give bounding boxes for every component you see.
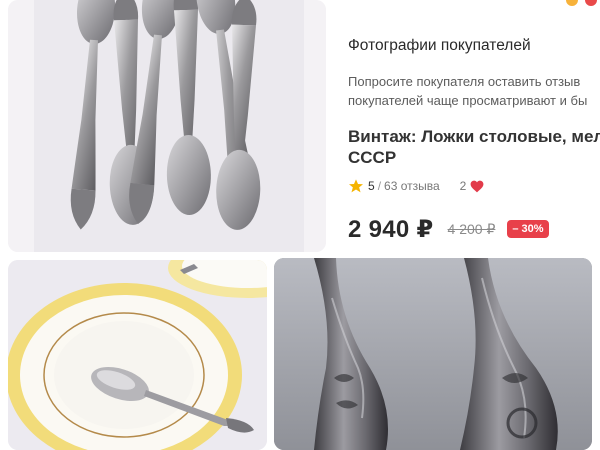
spoons-image [8,0,326,252]
buyer-photos-title: Фотографии покупателей [348,37,531,54]
rating-row[interactable]: 5 / 63 отзыва 2 [348,177,484,195]
decorative-dot-red [585,0,597,6]
product-info-panel: Фотографии покупателей Попросите покупат… [346,0,600,255]
rating-separator: / [377,179,382,193]
old-price: 4 200 ₽ [447,220,496,237]
discount-badge: – 30% [507,220,549,238]
photo-handles-closeup[interactable] [274,258,592,450]
buyer-photos-hint-line-1: Попросите покупателя оставить отзыв [348,74,581,89]
decorative-dot-yellow [566,0,578,6]
product-title-line-1[interactable]: Винтаж: Ложки столовые, мел [348,127,600,147]
buyer-photos-hint-line-2: покупателей чаще просматривают и бы [348,93,588,108]
photo-spoons-set[interactable] [8,0,326,252]
plate-image [8,260,267,450]
rating-value: 5 [368,179,375,193]
reviews-count[interactable]: 63 отзыва [384,179,440,193]
likes-count: 2 [459,179,467,193]
price-row: 2 940 ₽ 4 200 ₽ – 30% [348,214,549,244]
product-title-line-2[interactable]: СССР [348,148,396,168]
photo-spoon-on-plate[interactable] [8,260,267,450]
closeup-image [274,258,592,450]
heart-icon [470,180,484,192]
current-price: 2 940 ₽ [348,215,434,243]
likes-counter[interactable]: 2 [460,179,485,193]
star-icon [349,179,363,193]
